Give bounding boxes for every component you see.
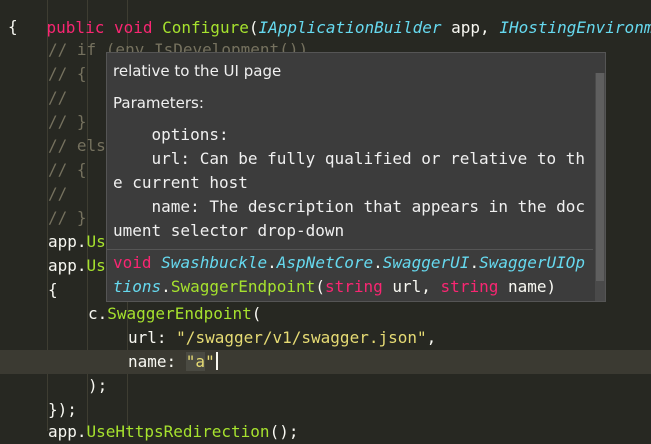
comment-line: // {: [48, 64, 87, 83]
param-url-cont: e current host: [113, 173, 248, 192]
code-line-current: name: "a": [128, 350, 218, 374]
comment-line: // {: [48, 160, 87, 179]
method-signature: void Swashbuckle.AspNetCore.SwaggerUI.Sw…: [107, 249, 593, 300]
param-name-cont: ument selector drop-down: [113, 221, 345, 240]
current-line-highlight: [0, 350, 651, 374]
code-line: public void Configure(IApplicationBuilde…: [46, 18, 651, 37]
doc-summary: relative to the UI page: [113, 62, 282, 80]
code-line: c.SwaggerEndpoint(: [88, 304, 262, 323]
code-line: {: [48, 280, 58, 299]
popup-scrollbar-thumb[interactable]: [596, 73, 604, 281]
code-line: url: "/swagger/v1/swagger.json",: [128, 328, 437, 347]
hover-documentation-popup[interactable]: relative to the UI page Parameters: opti…: [106, 52, 606, 302]
code-line: app.UseHttpsRedirection();: [48, 422, 299, 441]
code-line: app.Us: [48, 256, 106, 275]
comment-line: //: [48, 184, 68, 203]
param-name: name: The description that appears in th…: [113, 197, 586, 216]
text-caret: [215, 352, 218, 370]
comment-line: //: [48, 88, 68, 107]
code-line: );: [88, 376, 108, 395]
code-line: app.Us: [48, 232, 106, 251]
comment-line: // }: [48, 208, 87, 227]
param-url: url: Can be fully qualified or relative …: [113, 149, 586, 168]
popup-content: relative to the UI page Parameters: opti…: [113, 59, 593, 243]
parameters-heading: Parameters:: [113, 94, 204, 112]
popup-scrollbar[interactable]: [595, 73, 605, 301]
code-line: });: [48, 400, 77, 419]
comment-line: // }: [48, 112, 87, 131]
code-line: {: [8, 17, 18, 36]
param-options: options:: [113, 125, 229, 144]
